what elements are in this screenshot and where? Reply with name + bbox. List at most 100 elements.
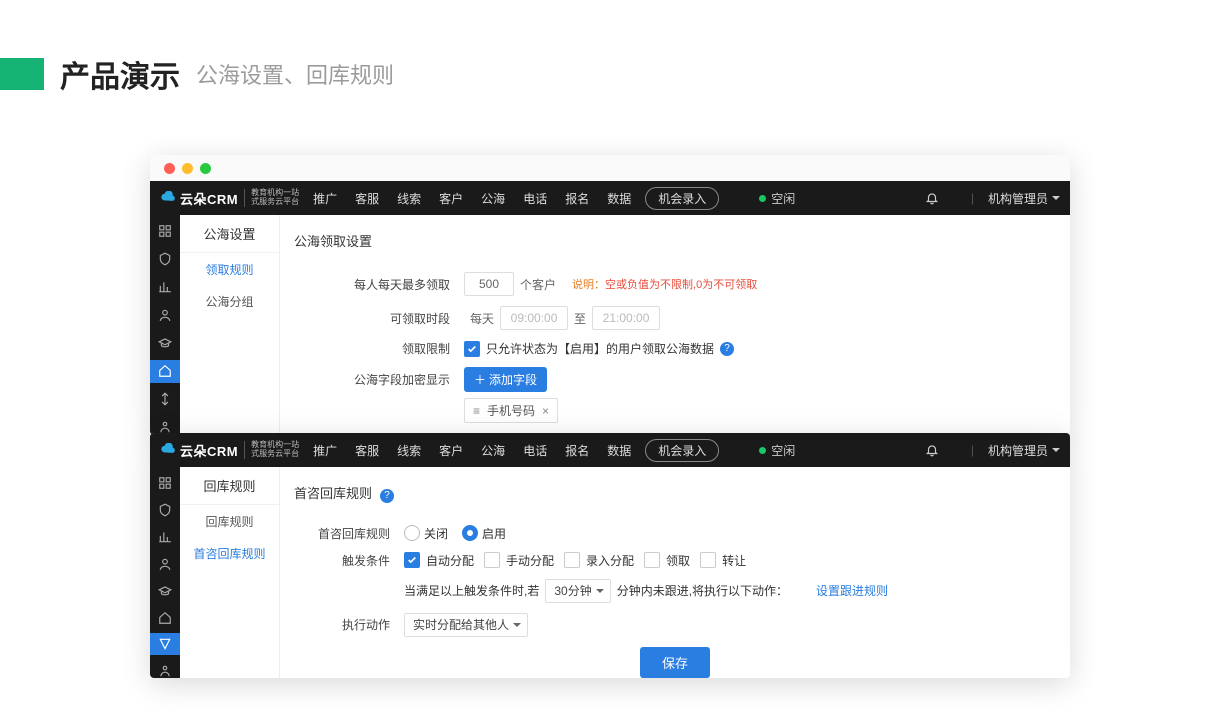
rail2-house-icon[interactable] xyxy=(156,610,174,625)
select-action[interactable]: 实时分配给其他人 xyxy=(404,613,528,637)
nav2-service[interactable]: 客服 xyxy=(355,442,379,459)
input-max-claim[interactable] xyxy=(464,272,514,296)
section-title-2: 首咨回库规则? xyxy=(294,477,1056,515)
nav2-customers[interactable]: 客户 xyxy=(439,442,463,459)
chk-entry-assign[interactable] xyxy=(564,552,580,568)
nav2-pool[interactable]: 公海 xyxy=(481,442,505,459)
checkbox-enabled-only[interactable] xyxy=(464,341,480,357)
row-claim-limit: 领取限制 只允许状态为【启用】的用户领取公海数据 ? xyxy=(294,340,1056,357)
menu-claim-rules[interactable]: 领取规则 xyxy=(180,253,279,285)
menu2-group-title: 回库规则 xyxy=(180,467,279,505)
cloud-icon xyxy=(160,191,176,205)
radio-on[interactable] xyxy=(462,525,478,541)
nav-promo[interactable]: 推广 xyxy=(313,190,337,207)
row-encrypt-fields: 公海字段加密显示 ＋添加字段 手机号码 × xyxy=(294,367,1056,423)
menu2-return-rules[interactable]: 回库规则 xyxy=(180,505,279,537)
nav2-signup[interactable]: 报名 xyxy=(565,442,589,459)
rail2-shield-icon[interactable] xyxy=(156,502,174,517)
label-to: 至 xyxy=(574,310,586,327)
rail2-dashboard-icon[interactable] xyxy=(156,475,174,490)
menu2-first-consult-rules[interactable]: 首咨回库规则 xyxy=(180,537,279,569)
status-indicator-2 xyxy=(759,447,766,454)
rail2-recycle-icon[interactable] xyxy=(150,633,180,655)
nav-service[interactable]: 客服 xyxy=(355,190,379,207)
chk-auto-assign[interactable] xyxy=(404,552,420,568)
row-max-claim: 每人每天最多领取 个客户 说明：空或负值为不限制,0为不可领取 xyxy=(294,272,1056,296)
user-role-2[interactable]: 机构管理员 xyxy=(988,442,1060,459)
mac-traffic-lights xyxy=(150,155,1070,181)
left-menu: 公海设置 领取规则 公海分组 xyxy=(180,215,280,435)
chk-transfer[interactable] xyxy=(700,552,716,568)
row-action: 执行动作 实时分配给其他人 xyxy=(294,613,1056,637)
chk-claim[interactable] xyxy=(644,552,660,568)
cond-suffix: 分钟内未跟进,将执行以下动作： xyxy=(617,582,788,599)
nav-customers[interactable]: 客户 xyxy=(439,190,463,207)
minimize-dot[interactable] xyxy=(182,163,193,174)
nav2-leads[interactable]: 线索 xyxy=(397,442,421,459)
nav2-opportunity-entry[interactable]: 机会录入 xyxy=(645,439,719,462)
maximize-dot[interactable] xyxy=(200,163,211,174)
chip-phone: 手机号码 × xyxy=(464,398,558,423)
nav2-data[interactable]: 数据 xyxy=(607,442,631,459)
save-button[interactable]: 保存 xyxy=(640,647,710,678)
input-time-to[interactable] xyxy=(592,306,660,330)
help-icon[interactable]: ? xyxy=(720,342,734,356)
user-role[interactable]: 机构管理员 xyxy=(988,190,1060,207)
nav-signup[interactable]: 报名 xyxy=(565,190,589,207)
rail-chart-icon[interactable] xyxy=(156,279,174,295)
nav2-phone[interactable]: 电话 xyxy=(523,442,547,459)
cloud-icon-2 xyxy=(160,443,176,457)
rail-hat-icon[interactable] xyxy=(156,335,174,351)
left-menu-2: 回库规则 回库规则 首咨回库规则 xyxy=(180,467,280,678)
nav-pool[interactable]: 公海 xyxy=(481,190,505,207)
chip-remove-icon[interactable]: × xyxy=(542,404,549,418)
radio-off[interactable] xyxy=(404,525,420,541)
chk-manual-assign[interactable] xyxy=(484,552,500,568)
menu-pool-groups[interactable]: 公海分组 xyxy=(180,285,279,317)
bell-icon-2[interactable] xyxy=(925,443,939,457)
nav-phone[interactable]: 电话 xyxy=(523,190,547,207)
cond-prefix: 当满足以上触发条件时,若 xyxy=(404,582,539,599)
input-time-from[interactable] xyxy=(500,306,568,330)
help-icon-2[interactable]: ? xyxy=(380,489,394,503)
rail-house-icon[interactable] xyxy=(150,360,180,383)
top-nav: 云朵CRM 教育机构一站式服务云平台 推广 客服 线索 客户 公海 电话 报名 … xyxy=(150,181,1070,215)
radio-on-label: 启用 xyxy=(482,525,506,542)
window-public-sea: 云朵CRM 教育机构一站式服务云平台 推广 客服 线索 客户 公海 电话 报名 … xyxy=(150,155,1070,435)
nav2-promo[interactable]: 推广 xyxy=(313,442,337,459)
logo-text: 云朵CRM xyxy=(180,189,238,208)
rail-user-icon[interactable] xyxy=(156,307,174,323)
nav-opportunity-entry[interactable]: 机会录入 xyxy=(645,187,719,210)
status-text: 空闲 xyxy=(771,190,795,207)
nav-leads[interactable]: 线索 xyxy=(397,190,421,207)
icon-rail-2 xyxy=(150,467,180,678)
menu-group-title: 公海设置 xyxy=(180,215,279,253)
status-text-2: 空闲 xyxy=(771,442,795,459)
top-nav-2: 云朵CRM 教育机构一站式服务云平台 推广 客服 线索 客户 公海 电话 报名 … xyxy=(150,433,1070,467)
nav-data[interactable]: 数据 xyxy=(607,190,631,207)
accent-bar xyxy=(0,58,44,90)
button-add-field[interactable]: ＋添加字段 xyxy=(464,367,547,392)
label-enable-rule: 首咨回库规则 xyxy=(294,525,404,542)
bell-icon[interactable] xyxy=(925,191,939,205)
rail-shield-icon[interactable] xyxy=(156,251,174,267)
select-duration[interactable]: 30分钟 xyxy=(545,579,610,603)
window-return-rules: 云朵CRM 教育机构一站式服务云平台 推广 客服 线索 客户 公海 电话 报名 … xyxy=(150,433,1070,678)
rail2-hat-icon[interactable] xyxy=(156,583,174,598)
close-dot[interactable] xyxy=(164,163,175,174)
rail-recycle-icon[interactable] xyxy=(156,391,174,407)
link-set-follow-rule[interactable]: 设置跟进规则 xyxy=(816,582,888,599)
row-enable-rule: 首咨回库规则 关闭 启用 xyxy=(294,525,1056,542)
rail-dashboard-icon[interactable] xyxy=(156,223,174,239)
rail2-user-icon[interactable] xyxy=(156,556,174,571)
label-encrypt-fields: 公海字段加密显示 xyxy=(294,367,464,388)
slide-subtitle: 公海设置、回库规则 xyxy=(196,58,394,90)
radio-off-label: 关闭 xyxy=(424,525,448,542)
drag-icon[interactable] xyxy=(473,404,483,418)
section-title: 公海领取设置 xyxy=(294,225,1056,262)
label-time-range: 可领取时段 xyxy=(294,310,464,327)
logo: 云朵CRM 教育机构一站式服务云平台 xyxy=(160,189,299,208)
rail2-chart-icon[interactable] xyxy=(156,529,174,544)
text-enabled-only: 只允许状态为【启用】的用户领取公海数据 xyxy=(486,340,714,357)
rail2-person-icon[interactable] xyxy=(156,663,174,678)
